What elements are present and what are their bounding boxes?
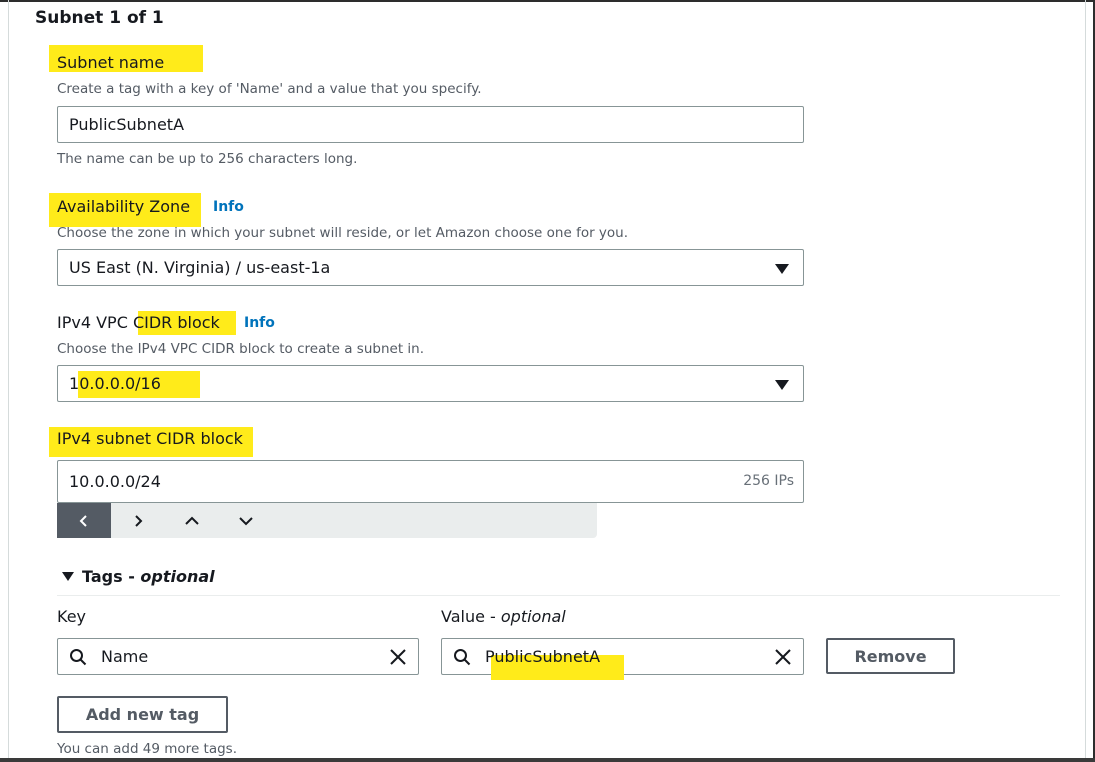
subnet-name-constraint: The name can be up to 256 characters lon… (57, 151, 358, 167)
tag-key-value: Name (101, 647, 149, 666)
container-right-border (1085, 0, 1086, 762)
availability-zone-selected: US East (N. Virginia) / us-east-1a (69, 258, 331, 277)
caret-down-icon (775, 264, 789, 274)
subnet-cidr-input-value: 10.0.0.0/24 (69, 472, 161, 491)
vpc-cidr-label: IPv4 VPC CIDR block (57, 313, 220, 332)
availability-zone-info-link[interactable]: Info (213, 199, 244, 215)
tag-value-label-optional: optional (500, 607, 566, 626)
availability-zone-label: Availability Zone (57, 197, 191, 216)
vpc-cidr-label-highlight: CIDR block (132, 313, 220, 332)
subnet-name-description: Create a tag with a key of 'Name' and a … (57, 81, 482, 97)
tag-value-label: Value - optional (441, 607, 566, 626)
tags-remaining-hint: You can add 49 more tags. (57, 741, 237, 757)
tag-value-label-text: Value (441, 607, 485, 626)
tags-heading-optional: optional (140, 567, 215, 586)
vpc-cidr-selected: 10.0.0.0/16 (69, 374, 161, 393)
subnet-name-input-value: PublicSubnetA (69, 115, 185, 134)
stepper-next-button[interactable] (111, 503, 165, 538)
tag-key-label: Key (57, 607, 87, 626)
vpc-cidr-selected-rest: 0.0.0.0/16 (79, 374, 161, 393)
tag-value-input[interactable]: PublicSubnetA (441, 638, 804, 680)
chevron-up-icon (185, 516, 199, 525)
chevron-down-icon (239, 516, 253, 525)
remove-tag-button[interactable]: Remove (826, 638, 955, 674)
section-title: Subnet 1 of 1 (35, 8, 164, 28)
vpc-cidr-label-prefix: IPv4 VPC (57, 313, 133, 332)
subnet-cidr-input[interactable]: 10.0.0.0/24 256 IPs (57, 460, 804, 503)
subnet-name-label: Subnet name (57, 53, 165, 72)
search-icon (70, 649, 87, 666)
chevron-right-icon (135, 514, 143, 527)
search-icon (454, 649, 471, 666)
vpc-cidr-select[interactable]: 10.0.0.0/16 (57, 365, 804, 402)
stepper-decrease-button[interactable] (219, 503, 273, 538)
vpc-cidr-description: Choose the IPv4 VPC CIDR block to create… (57, 341, 425, 357)
tags-divider (57, 595, 1060, 596)
clear-icon[interactable] (774, 648, 792, 666)
vpc-cidr-selected-first: 1 (69, 374, 80, 393)
tag-value-value: PublicSubnetA (485, 647, 601, 666)
tag-key-input[interactable]: Name (57, 638, 419, 675)
vpc-cidr-info-link[interactable]: Info (244, 315, 275, 331)
chevron-left-icon (79, 514, 87, 527)
stepper-previous-button[interactable] (57, 503, 111, 538)
subnet-cidr-label: IPv4 subnet CIDR block (57, 429, 243, 448)
availability-zone-select[interactable]: US East (N. Virginia) / us-east-1a (57, 249, 804, 286)
bottom-border (0, 758, 1095, 762)
tags-heading: Tags (82, 567, 123, 586)
caret-down-icon (62, 571, 74, 581)
clear-icon[interactable] (389, 648, 407, 666)
container-left-border (8, 0, 9, 762)
subnet-name-input[interactable]: PublicSubnetA (57, 106, 804, 143)
availability-zone-description: Choose the zone in which your subnet wil… (57, 225, 629, 241)
stepper-increase-button[interactable] (165, 503, 219, 538)
top-border (0, 0, 1095, 2)
caret-down-icon (775, 380, 789, 390)
cidr-stepper (57, 503, 597, 538)
tags-expander[interactable]: Tags - optional (62, 567, 215, 586)
add-new-tag-button[interactable]: Add new tag (57, 696, 228, 733)
subnet-cidr-ip-count: 256 IPs (743, 473, 794, 489)
